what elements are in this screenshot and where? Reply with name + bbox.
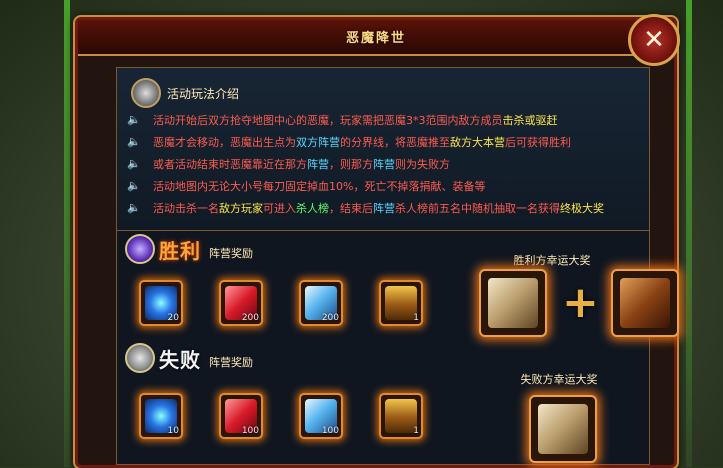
rule-text: 阵营 bbox=[373, 202, 395, 215]
item-count: 100 bbox=[321, 426, 339, 436]
item-count: 20 bbox=[167, 313, 179, 323]
win-reward-item[interactable]: 20 bbox=[139, 280, 183, 326]
rule-text: 可进入 bbox=[263, 202, 296, 215]
lose-lucky-label: 失败方幸运大奖 bbox=[520, 373, 598, 386]
rule-text: 后可获得胜利 bbox=[505, 136, 571, 149]
lose-reward-item[interactable]: 100 bbox=[299, 393, 343, 439]
rule-text: 击杀或驱赶 bbox=[502, 114, 558, 127]
event-window: 恶魔降世 ✕ 活动玩法介绍 🔈 活动开始后双方抢夺地图中心的恶魔，玩家需把恶魔3*… bbox=[75, 14, 680, 468]
win-lucky-prize-1[interactable] bbox=[479, 269, 547, 337]
win-header: 胜利 阵营奖励 bbox=[125, 234, 253, 264]
item-count: 100 bbox=[241, 426, 259, 436]
item-count: 1 bbox=[413, 313, 419, 323]
rule-text: 或者活动结束时恶魔靠近在那方 bbox=[153, 158, 307, 171]
rule-text: 终极大奖 bbox=[560, 202, 604, 215]
speaker-icon: 🔈 bbox=[127, 201, 141, 214]
lose-reward-item[interactable]: 1 bbox=[379, 393, 423, 439]
book-icon bbox=[620, 278, 670, 328]
rule-text: ，则那方 bbox=[329, 158, 373, 171]
rule-text: 阵营 bbox=[307, 158, 329, 171]
rule-text: 的分界线，将恶魔推至 bbox=[340, 136, 450, 149]
item-count: 10 bbox=[167, 426, 179, 436]
rule-line: 🔈 活动击杀一名 敌方玩家 可进入 杀人榜 ，结束后 阵营 杀人榜前五名中随机抽取一名获得 终极… bbox=[127, 200, 604, 216]
speaker-icon: 🔈 bbox=[127, 113, 141, 126]
win-camp-reward-label: 阵营奖励 bbox=[209, 247, 253, 260]
item-count: 1 bbox=[413, 426, 419, 436]
win-reward-item[interactable]: 1 bbox=[379, 280, 423, 326]
lose-reward-item[interactable]: 10 bbox=[139, 393, 183, 439]
win-reward-item[interactable]: 200 bbox=[299, 280, 343, 326]
close-icon: ✕ bbox=[643, 25, 665, 55]
win-lucky-prize-2[interactable] bbox=[611, 269, 679, 337]
win-reward-item[interactable]: 200 bbox=[219, 280, 263, 326]
rule-text: 阵营 bbox=[373, 158, 395, 171]
lose-header: 失败 阵营奖励 bbox=[125, 343, 253, 373]
rule-text: ，结束后 bbox=[329, 202, 373, 215]
rule-text: 双方阵营 bbox=[296, 136, 340, 149]
light-beam bbox=[64, 0, 70, 467]
plus-sign: + bbox=[562, 277, 599, 328]
lose-camp-reward-label: 阵营奖励 bbox=[209, 356, 253, 369]
rule-text: 活动击杀一名 bbox=[153, 202, 219, 215]
close-button[interactable]: ✕ bbox=[628, 14, 680, 66]
rules-header: 活动玩法介绍 bbox=[131, 78, 239, 108]
content-panel: 活动玩法介绍 🔈 活动开始后双方抢夺地图中心的恶魔，玩家需把恶魔3*3范围内敌方成… bbox=[116, 67, 679, 465]
speaker-icon: 🔈 bbox=[127, 179, 141, 192]
rule-text: 杀人榜前五名中随机抽取一名获得 bbox=[395, 202, 560, 215]
rule-line: 🔈 恶魔才会移动，恶魔出生点为 双方阵营 的分界线，将恶魔推至 敌方大本营 后可获得胜利 bbox=[127, 134, 571, 150]
lose-lucky-prize[interactable] bbox=[529, 395, 597, 463]
lose-reward-item[interactable]: 100 bbox=[219, 393, 263, 439]
rule-line: 🔈 活动地图内无论大小号每刀固定掉血10%，死亡不掉落捐献、装备等 bbox=[127, 178, 485, 194]
rule-text: 则为失败方 bbox=[395, 158, 450, 171]
rule-text: 恶魔才会移动，恶魔出生点为 bbox=[153, 136, 296, 149]
rule-text: 敌方大本营 bbox=[450, 136, 505, 149]
win-lucky-label: 胜利方幸运大奖 bbox=[513, 254, 591, 267]
rules-section: 活动玩法介绍 🔈 活动开始后双方抢夺地图中心的恶魔，玩家需把恶魔3*3范围内敌方成… bbox=[117, 68, 649, 231]
title-bar: 恶魔降世 bbox=[78, 20, 674, 56]
rule-line: 🔈 活动开始后双方抢夺地图中心的恶魔，玩家需把恶魔3*3范围内敌方成员 击杀或驱赶 bbox=[127, 112, 558, 128]
rule-text: 敌方玩家 bbox=[219, 202, 263, 215]
swords-medal-icon bbox=[131, 78, 161, 108]
rule-text: 活动开始后双方抢夺地图中心的恶魔，玩家需把恶魔3*3范围内敌方成员 bbox=[153, 114, 503, 127]
item-count: 200 bbox=[321, 313, 339, 323]
speaker-icon: 🔈 bbox=[127, 157, 141, 170]
light-beam bbox=[686, 0, 692, 467]
win-title: 胜利 bbox=[159, 239, 201, 263]
rule-text: 活动地图内无论大小号每刀固定掉血10%，死亡不掉落捐献、装备等 bbox=[153, 180, 486, 193]
rules-title: 活动玩法介绍 bbox=[167, 86, 240, 101]
rule-text: 杀人榜 bbox=[296, 202, 329, 215]
lose-emblem-icon bbox=[125, 343, 155, 373]
scroll-bundle-icon bbox=[488, 278, 538, 328]
win-emblem-icon bbox=[125, 234, 155, 264]
speaker-icon: 🔈 bbox=[127, 135, 141, 148]
rule-line: 🔈 或者活动结束时恶魔靠近在那方 阵营 ，则那方 阵营 则为失败方 bbox=[127, 156, 450, 172]
item-count: 200 bbox=[241, 313, 259, 323]
window-title: 恶魔降世 bbox=[345, 31, 406, 46]
lose-title: 失败 bbox=[159, 348, 201, 372]
scroll-bundle-icon bbox=[538, 404, 588, 454]
